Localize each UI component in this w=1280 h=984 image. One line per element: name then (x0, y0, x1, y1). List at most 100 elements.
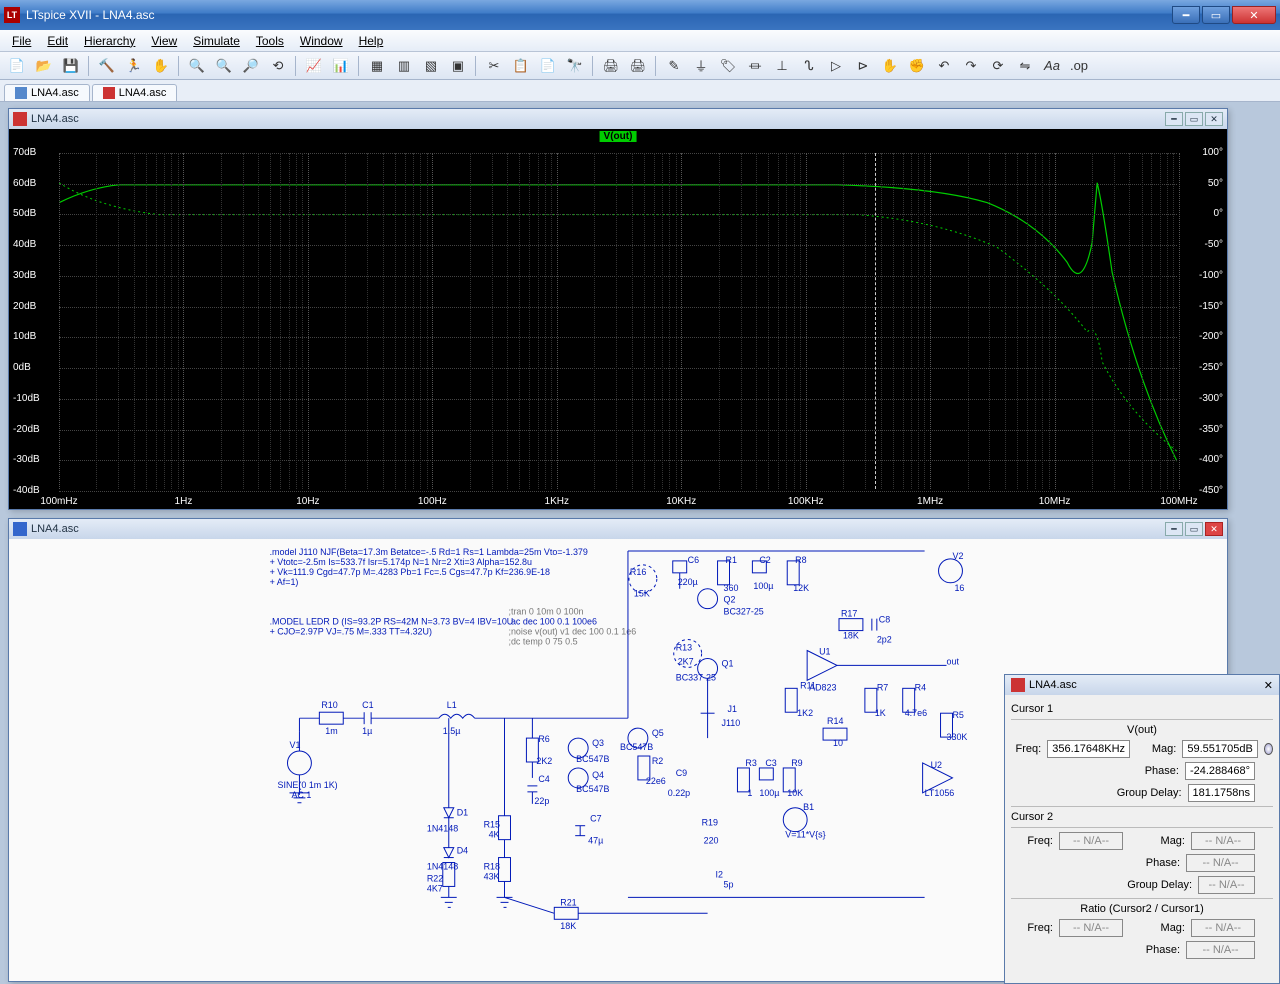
paste-button[interactable]: 📄 (535, 55, 561, 77)
undo-button[interactable]: ↶ (931, 55, 957, 77)
tile-h-button[interactable]: ▦ (364, 55, 390, 77)
maximize-button[interactable]: ▭ (1202, 6, 1230, 24)
close-window-button[interactable]: ▣ (445, 55, 471, 77)
cursor1-mode-button[interactable] (1264, 743, 1273, 755)
svg-text:R3: R3 (745, 758, 756, 768)
plot-maximize-button[interactable]: ▭ (1185, 112, 1203, 126)
schem-close-button[interactable]: ✕ (1205, 522, 1223, 536)
y-left-tick: -40dB (13, 485, 40, 496)
plot-body[interactable]: V(out) 70dB100°60dB50°50dB0°40dB-50°30dB… (9, 129, 1227, 509)
cursor-panel-close-button[interactable]: ✕ (1264, 679, 1273, 692)
mirror-button[interactable]: ⇋ (1012, 55, 1038, 77)
menu-edit[interactable]: Edit (39, 32, 76, 50)
mag-label: Mag: (1136, 743, 1176, 755)
tab-schematic[interactable]: LNA4.asc (4, 84, 90, 101)
print-button[interactable]: 🖨 (598, 55, 624, 77)
zoom-back-button[interactable]: ⟲ (265, 55, 291, 77)
svg-text:D4: D4 (457, 846, 468, 856)
menu-view[interactable]: View (143, 32, 185, 50)
svg-text:;tran 0 10m 0 100n: ;tran 0 10m 0 100n (508, 607, 583, 617)
trace-label[interactable]: V(out) (600, 131, 637, 142)
svg-text:BC327-25: BC327-25 (724, 607, 764, 617)
svg-text:C7: C7 (590, 814, 601, 824)
resistor-button[interactable]: ⏛ (742, 55, 768, 77)
svg-text:+ Af=1): + Af=1) (270, 577, 299, 587)
svg-text:18K: 18K (843, 631, 859, 641)
tab-plot[interactable]: LNA4.asc (92, 84, 178, 101)
find-button[interactable]: 🔭 (562, 55, 588, 77)
text-button[interactable]: Aa (1039, 55, 1065, 77)
cursor1-groupdelay-value[interactable]: 181.1758ns (1188, 784, 1256, 802)
cursor-panel-titlebar[interactable]: LNA4.asc ✕ (1005, 675, 1279, 695)
close-button[interactable]: ✕ (1232, 6, 1276, 24)
new-schematic-button[interactable]: 📄 (4, 55, 30, 77)
save-button[interactable]: 💾 (58, 55, 84, 77)
run-button[interactable]: 🏃 (121, 55, 147, 77)
svg-text:AD823: AD823 (809, 682, 836, 692)
svg-text:10K: 10K (787, 788, 803, 798)
zoom-in-button[interactable]: 🔍 (184, 55, 210, 77)
y-left-tick: 40dB (13, 239, 36, 250)
y-right-tick: 50° (1208, 178, 1223, 189)
plot-close-button[interactable]: ✕ (1205, 112, 1223, 126)
redo-button[interactable]: ↷ (958, 55, 984, 77)
ground-button[interactable]: ⏚ (688, 55, 714, 77)
copy-button[interactable]: 📋 (508, 55, 534, 77)
y-left-tick: 60dB (13, 178, 36, 189)
menu-simulate[interactable]: Simulate (185, 32, 248, 50)
svg-text:C9: C9 (676, 768, 687, 778)
menu-file[interactable]: File (4, 32, 39, 50)
rotate-button[interactable]: ⟳ (985, 55, 1011, 77)
plot-minimize-button[interactable]: ━ (1165, 112, 1183, 126)
print-setup-button[interactable]: 🖨 (625, 55, 651, 77)
spice-directive-button[interactable]: .op (1066, 55, 1092, 77)
cut-button[interactable]: ✂ (481, 55, 507, 77)
move-button[interactable]: ✋ (877, 55, 903, 77)
cursor1-freq-value[interactable]: 356.17648KHz (1047, 740, 1130, 758)
wire-button[interactable]: ✎ (661, 55, 687, 77)
svg-text:R10: R10 (321, 700, 337, 710)
schematic-titlebar[interactable]: LNA4.asc ━ ▭ ✕ (9, 519, 1227, 539)
svg-text:4K: 4K (489, 830, 500, 840)
component-button[interactable]: ⊳ (850, 55, 876, 77)
cursor-1-line[interactable] (875, 153, 876, 489)
cursor1-mag-value[interactable]: 59.551705dB (1182, 740, 1257, 758)
zoom-out-button[interactable]: 🔍 (211, 55, 237, 77)
plot-window-titlebar[interactable]: LNA4.asc ━ ▭ ✕ (9, 109, 1227, 129)
schem-maximize-button[interactable]: ▭ (1185, 522, 1203, 536)
schem-minimize-button[interactable]: ━ (1165, 522, 1183, 536)
groupdelay-label: Group Delay: (1102, 787, 1182, 799)
inductor-button[interactable]: ᔐ (796, 55, 822, 77)
menu-window[interactable]: Window (292, 32, 351, 50)
open-button[interactable]: 📂 (31, 55, 57, 77)
cursor-panel[interactable]: LNA4.asc ✕ Cursor 1 V(out) Freq: 356.176… (1004, 674, 1280, 984)
setup-button[interactable]: 📊 (328, 55, 354, 77)
menu-tools[interactable]: Tools (248, 32, 292, 50)
cursor-panel-title: LNA4.asc (1029, 679, 1077, 691)
svg-text:47µ: 47µ (588, 836, 603, 846)
diode-button[interactable]: ▷ (823, 55, 849, 77)
drag-button[interactable]: ✊ (904, 55, 930, 77)
menu-help[interactable]: Help (351, 32, 392, 50)
x-tick: 100KHz (788, 496, 824, 507)
cascade-button[interactable]: ▧ (418, 55, 444, 77)
menu-hierarchy[interactable]: Hierarchy (76, 32, 143, 50)
control-panel-button[interactable]: 🔨 (94, 55, 120, 77)
cursor1-phase-value[interactable]: -24.288468° (1185, 762, 1255, 780)
tile-v-button[interactable]: ▥ (391, 55, 417, 77)
label-button[interactable]: 🏷 (715, 55, 741, 77)
plot-canvas[interactable]: 70dB100°60dB50°50dB0°40dB-50°30dB-100°20… (59, 153, 1177, 489)
capacitor-button[interactable]: ⊥ (769, 55, 795, 77)
svg-text:Q5: Q5 (652, 728, 664, 738)
minimize-button[interactable]: ━ (1172, 6, 1200, 24)
svg-text:43K: 43K (484, 871, 500, 881)
halt-button[interactable]: ✋ (148, 55, 174, 77)
cursor1-heading: Cursor 1 (1011, 703, 1273, 715)
svg-text:Q1: Q1 (722, 658, 734, 668)
svg-text:;dc temp 0 75 0.5: ;dc temp 0 75 0.5 (508, 637, 577, 647)
svg-text:R17: R17 (841, 609, 857, 619)
autorange-button[interactable]: 📈 (301, 55, 327, 77)
zoom-fit-button[interactable]: 🔎 (238, 55, 264, 77)
svg-text:out: out (947, 656, 960, 666)
ratio-heading: Ratio (Cursor2 / Cursor1) (1011, 903, 1273, 915)
